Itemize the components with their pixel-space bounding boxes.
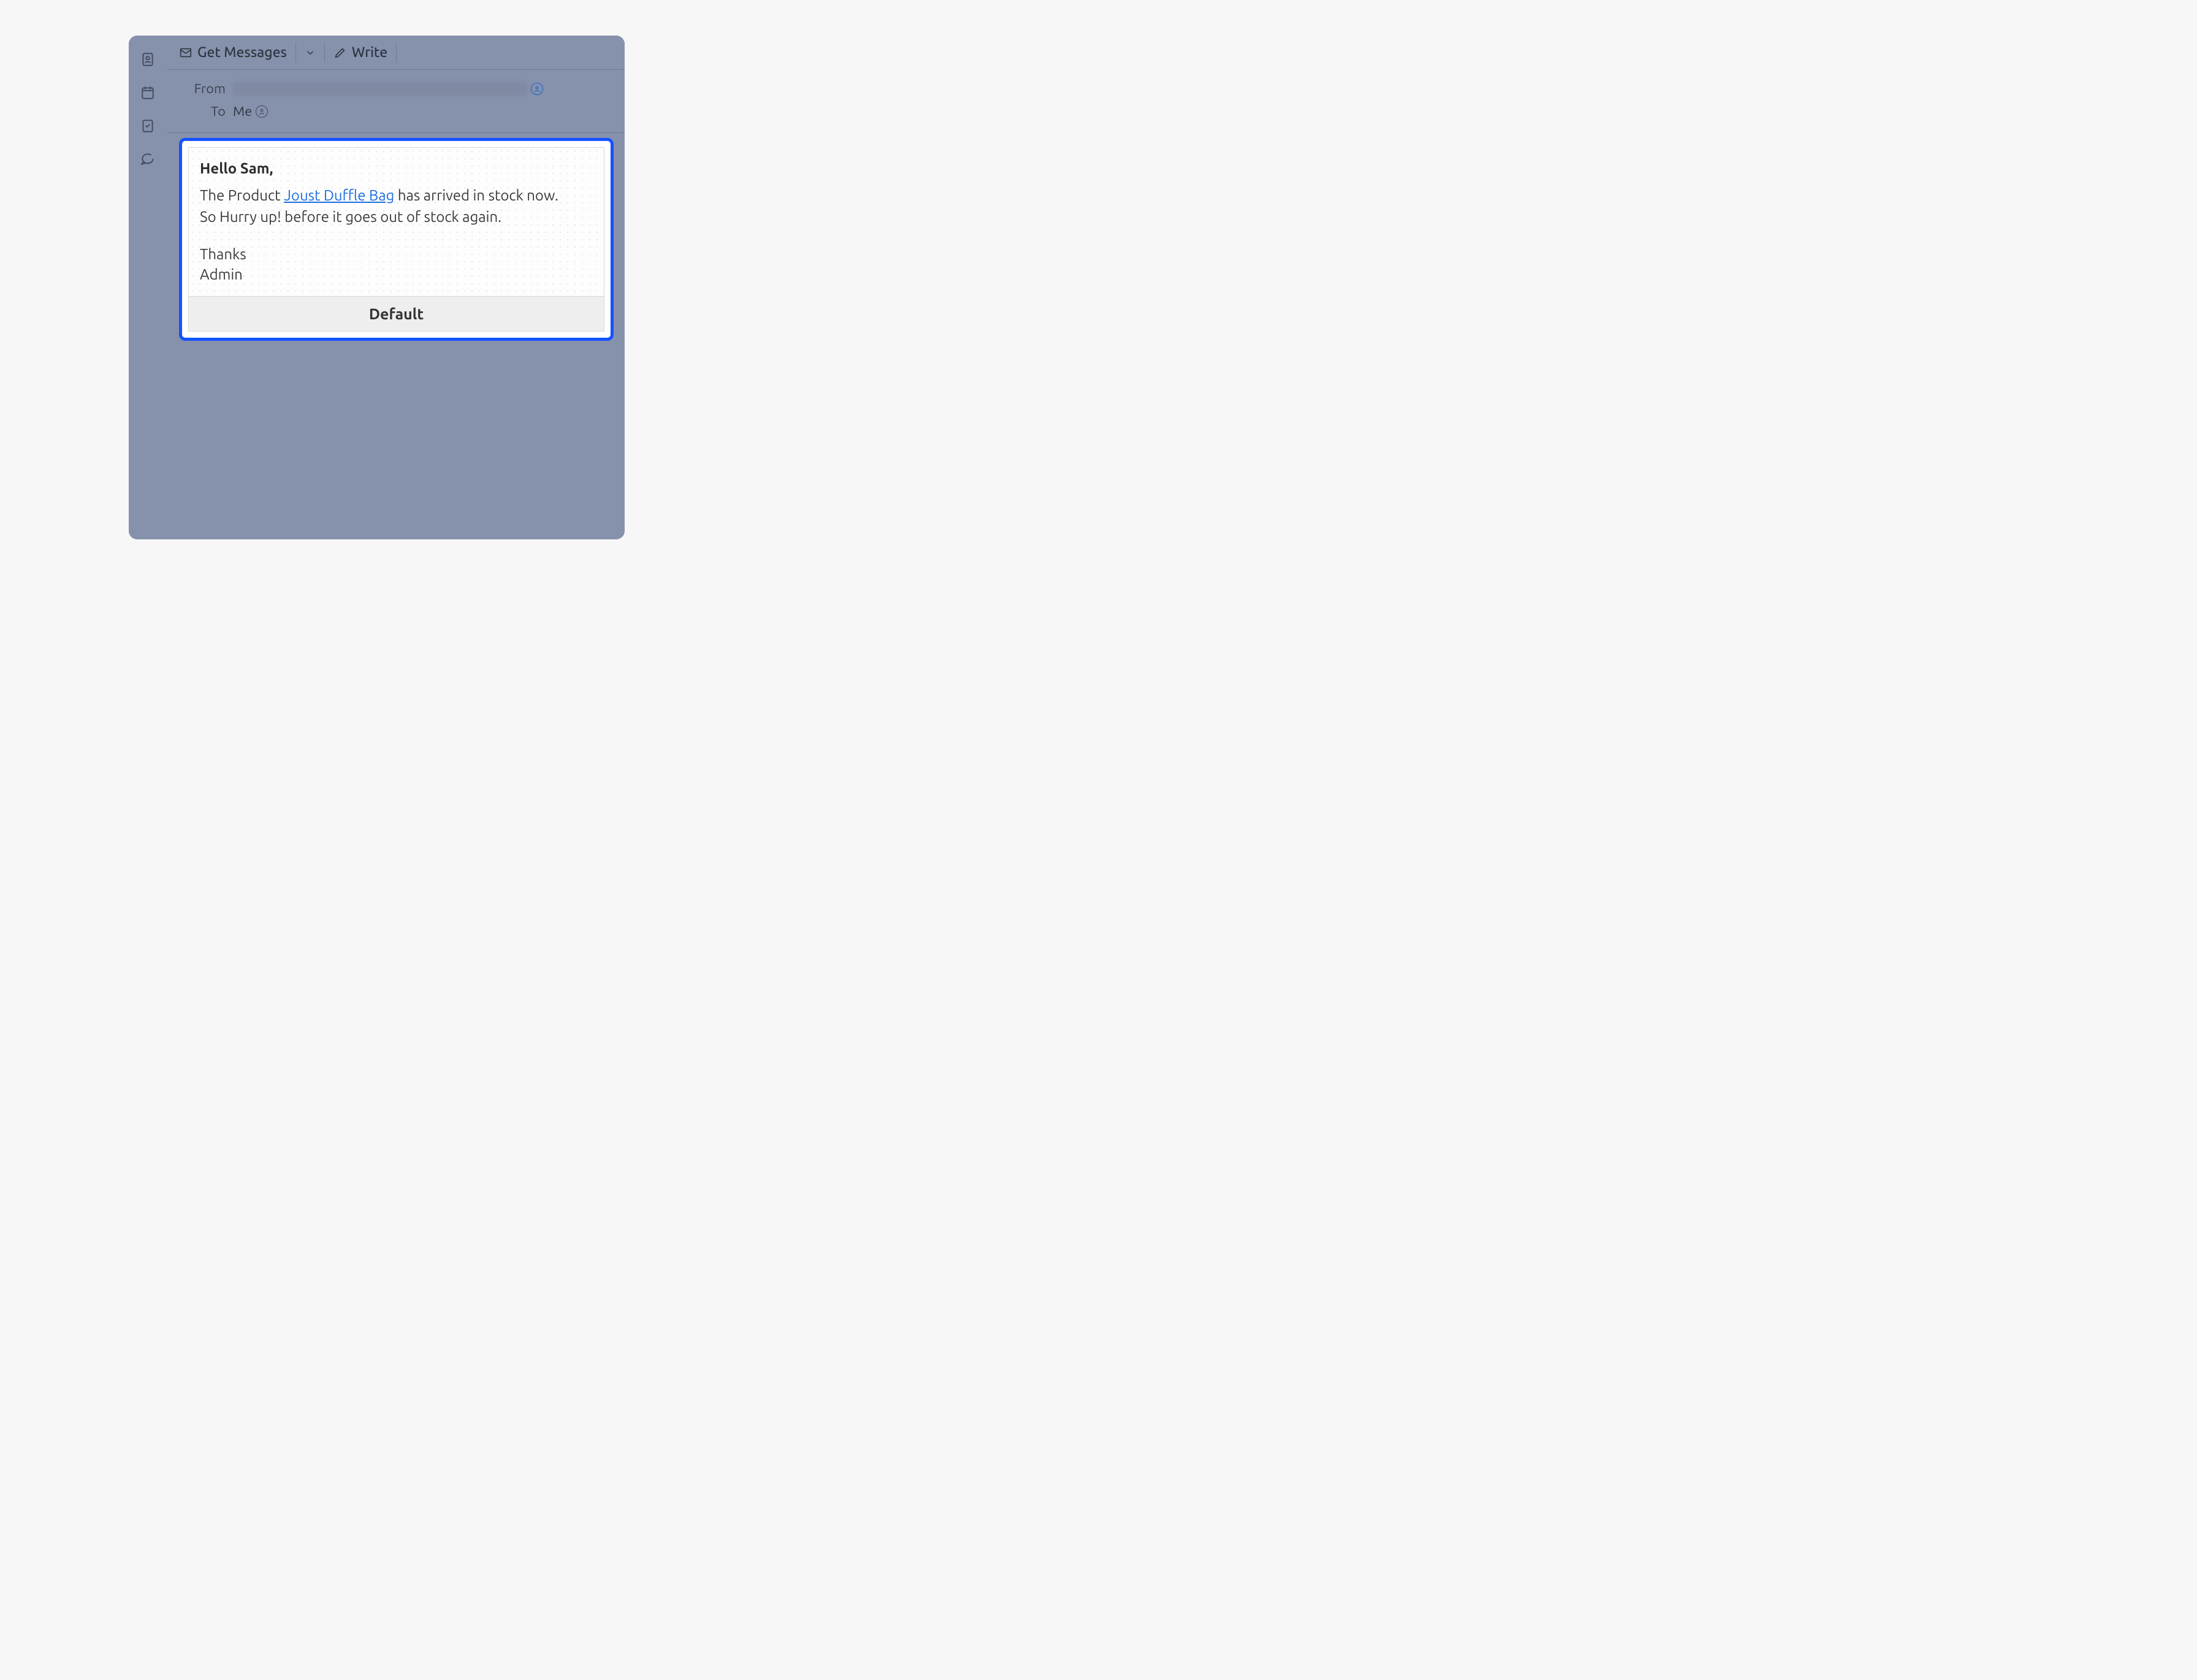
email-content: Hello Sam, The Product Joust Duffle Bag … xyxy=(188,147,604,297)
address-book-icon[interactable] xyxy=(140,51,156,67)
calendar-icon[interactable] xyxy=(140,85,156,101)
get-messages-dropdown[interactable] xyxy=(297,41,323,64)
signature-line2: Admin xyxy=(200,266,243,283)
body-paragraph: The Product Joust Duffle Bag has arrived… xyxy=(200,185,593,228)
line1-after: has arrived in stock now. xyxy=(394,187,558,203)
line2: So Hurry up! before it goes out of stock… xyxy=(200,208,501,225)
from-row: From xyxy=(167,77,625,100)
toolbar-separator xyxy=(396,43,397,63)
chat-icon[interactable] xyxy=(140,151,156,167)
from-label: From xyxy=(175,81,226,96)
to-label: To xyxy=(175,104,226,119)
tasks-icon[interactable] xyxy=(140,118,156,134)
spaces-sidebar xyxy=(129,36,167,539)
write-label: Write xyxy=(352,45,387,60)
to-value: Me xyxy=(233,104,252,119)
signature-line1: Thanks xyxy=(200,246,246,262)
footer-label: Default xyxy=(369,305,424,322)
chevron-down-icon xyxy=(305,47,316,58)
contact-star-icon[interactable] xyxy=(531,83,543,95)
from-value xyxy=(233,82,543,96)
product-link[interactable]: Joust Duffle Bag xyxy=(284,187,394,203)
to-row: To Me xyxy=(167,100,625,123)
toolbar-separator xyxy=(295,43,296,63)
pencil-icon xyxy=(333,46,347,59)
message-headers: From To Me xyxy=(167,70,625,133)
message-body-area: Hello Sam, The Product Joust Duffle Bag … xyxy=(167,133,625,539)
get-messages-button[interactable]: Get Messages xyxy=(172,41,294,64)
contact-icon[interactable] xyxy=(256,105,268,118)
email-client-window: Get Messages Write From xyxy=(129,36,625,539)
write-button[interactable]: Write xyxy=(326,41,395,64)
from-redacted xyxy=(233,82,527,96)
toolbar-separator xyxy=(324,43,325,63)
envelope-icon xyxy=(179,46,192,59)
get-messages-label: Get Messages xyxy=(197,45,287,60)
main-panel: Get Messages Write From xyxy=(167,36,625,539)
greeting-text: Hello Sam, xyxy=(200,160,593,177)
line1-before: The Product xyxy=(200,187,284,203)
template-footer[interactable]: Default xyxy=(188,297,604,332)
signature: Thanks Admin xyxy=(200,244,593,285)
to-value-wrap: Me xyxy=(233,104,268,119)
message-toolbar: Get Messages Write xyxy=(167,36,625,70)
highlight-box: Hello Sam, The Product Joust Duffle Bag … xyxy=(179,138,614,341)
